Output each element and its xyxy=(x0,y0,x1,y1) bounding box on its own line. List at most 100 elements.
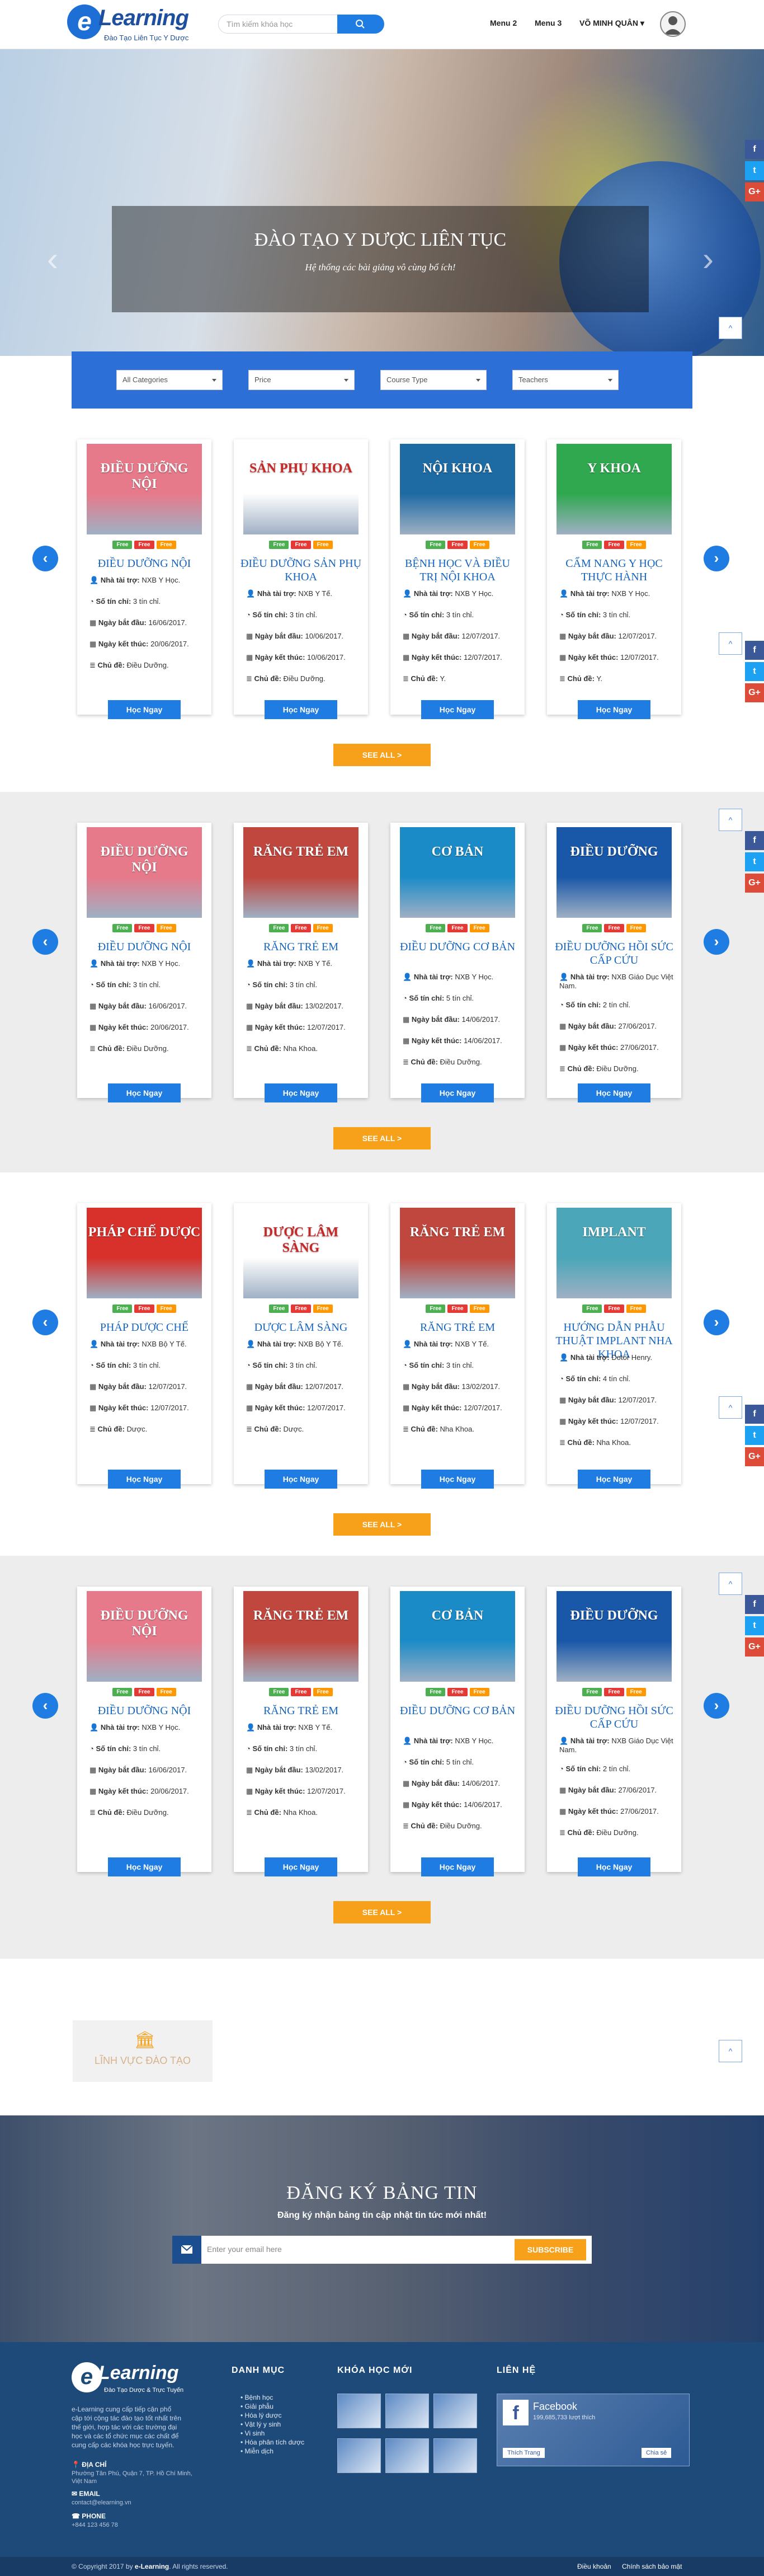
learn-now-button[interactable]: Học Ngay xyxy=(108,700,181,719)
course-card[interactable]: CƠ BẢN Free Free Free ĐIỀU DƯỠNG CƠ BẢN 👤 Nhà… xyxy=(390,823,525,1102)
learn-now-button[interactable]: Học Ngay xyxy=(578,1470,650,1489)
fb-like-button[interactable]: Thích Trang xyxy=(503,2448,545,2458)
course-thumbnail[interactable] xyxy=(337,2438,381,2473)
scroll-top-button[interactable]: ^ xyxy=(719,2040,742,2062)
course-title[interactable]: RĂNG TRẺ EM xyxy=(239,940,362,954)
course-title[interactable]: ĐIỀU DƯỠNG CƠ BẢN xyxy=(396,1704,519,1718)
course-title[interactable]: ĐIỀU DƯỠNG HỒI SỨC CẤP CỨU xyxy=(553,1704,676,1731)
footer-menu-link[interactable]: • Miễn dịch xyxy=(240,2447,273,2455)
course-cover-image[interactable]: ĐIỀU DƯỠNG NỘI xyxy=(87,1591,202,1682)
course-title[interactable]: BỆNH HỌC VÀ ĐIỀU TRỊ NỘI KHOA xyxy=(396,557,519,584)
course-thumbnail[interactable] xyxy=(385,2394,429,2428)
course-cover-image[interactable]: DƯỢC LÂM SÀNG xyxy=(243,1208,359,1298)
course-title[interactable]: RĂNG TRẺ EM xyxy=(396,1321,519,1334)
course-title[interactable]: ĐIỀU DƯỠNG CƠ BẢN xyxy=(396,940,519,954)
course-card[interactable]: ĐIỀU DƯỠNG NỘI Free Free Free ĐIỀU DƯỠNG NỘI… xyxy=(77,823,211,1102)
scroll-top-button[interactable]: ^ xyxy=(719,1396,742,1419)
course-title[interactable]: ĐIỀU DƯỠNG HỒI SỨC CẤP CỨU xyxy=(553,940,676,967)
learn-now-button[interactable]: Học Ngay xyxy=(578,700,650,719)
carousel-prev-button[interactable]: ‹ xyxy=(32,929,58,955)
course-cover-image[interactable]: CƠ BẢN xyxy=(400,827,515,918)
learn-now-button[interactable]: Học Ngay xyxy=(108,1857,181,1876)
course-cover-image[interactable]: PHÁP CHẾ DƯỢC xyxy=(87,1208,202,1298)
footer-email[interactable]: contact@elearning.vn xyxy=(72,2499,195,2507)
course-thumbnail[interactable] xyxy=(385,2438,429,2473)
twitter-icon[interactable]: t xyxy=(745,161,764,180)
course-card[interactable]: RĂNG TRẺ EM Free Free Free RĂNG TRẺ EM 👤 Nhà … xyxy=(234,823,368,1102)
fb-share-button[interactable]: Chia sẻ xyxy=(642,2448,672,2458)
carousel-prev-button[interactable]: ‹ xyxy=(32,1693,58,1719)
carousel-prev-button[interactable]: ‹ xyxy=(32,1310,58,1335)
google-plus-icon[interactable]: G+ xyxy=(745,182,764,201)
course-card[interactable]: DƯỢC LÂM SÀNG Free Free Free DƯỢC LÂM SÀNG 👤 … xyxy=(234,1203,368,1489)
scroll-top-button[interactable]: ^ xyxy=(719,317,742,339)
course-cover-image[interactable]: SẢN PHỤ KHOA xyxy=(243,444,359,534)
scroll-top-button[interactable]: ^ xyxy=(719,1573,742,1595)
course-card[interactable]: RĂNG TRẺ EM Free Free Free RĂNG TRẺ EM 👤 Nhà … xyxy=(390,1203,525,1489)
nav-menu-2[interactable]: Menu 2 xyxy=(490,18,517,27)
chevron-left-icon[interactable]: ‹ xyxy=(47,240,58,278)
facebook-icon[interactable]: f xyxy=(745,641,764,660)
avatar[interactable] xyxy=(660,11,686,37)
footer-menu-link[interactable]: • Giải phẫu xyxy=(240,2403,273,2410)
learn-now-button[interactable]: Học Ngay xyxy=(108,1083,181,1102)
course-card[interactable]: ĐIỀU DƯỠNG NỘI Free Free Free ĐIỀU DƯỠNG NỘI… xyxy=(77,1587,211,1876)
course-title[interactable]: ĐIỀU DƯỠNG SẢN PHỤ KHOA xyxy=(239,557,362,584)
course-cover-image[interactable]: ĐIỀU DƯỠNG xyxy=(557,1591,672,1682)
learn-now-button[interactable]: Học Ngay xyxy=(421,1083,494,1102)
google-plus-icon[interactable]: G+ xyxy=(745,874,764,893)
course-card[interactable]: ĐIỀU DƯỠNG NỘI Free Free Free ĐIỀU DƯỠNG NỘI… xyxy=(77,439,211,719)
facebook-icon[interactable]: f xyxy=(745,1595,764,1614)
course-card[interactable]: ĐIỀU DƯỠNG Free Free Free ĐIỀU DƯỠNG HỒI SỨC… xyxy=(547,1587,681,1876)
terms-link[interactable]: Điều khoản xyxy=(577,2563,611,2570)
course-thumbnail[interactable] xyxy=(433,2394,477,2428)
learn-now-button[interactable]: Học Ngay xyxy=(421,1470,494,1489)
learn-now-button[interactable]: Học Ngay xyxy=(265,1470,337,1489)
carousel-next-button[interactable]: › xyxy=(704,546,729,571)
learn-now-button[interactable]: Học Ngay xyxy=(578,1857,650,1876)
course-title[interactable]: ĐIỀU DƯỠNG NỘI xyxy=(83,557,206,570)
filter-teachers[interactable]: Teachers xyxy=(512,370,619,390)
course-thumbnail[interactable] xyxy=(433,2438,477,2473)
course-cover-image[interactable]: RĂNG TRẺ EM xyxy=(400,1208,515,1298)
footer-menu-link[interactable]: • Hóa lý dược xyxy=(240,2411,281,2419)
google-plus-icon[interactable]: G+ xyxy=(745,1637,764,1657)
learn-now-button[interactable]: Học Ngay xyxy=(265,700,337,719)
twitter-icon[interactable]: t xyxy=(745,1616,764,1635)
facebook-icon[interactable]: f xyxy=(745,140,764,159)
course-cover-image[interactable]: IMPLANT xyxy=(557,1208,672,1298)
user-menu[interactable]: VÕ MINH QUÂN ▾ xyxy=(579,18,644,28)
see-all-button[interactable]: SEE ALL > xyxy=(333,1127,431,1149)
course-title[interactable]: ĐIỀU DƯỠNG NỘI xyxy=(83,940,206,954)
see-all-button[interactable]: SEE ALL > xyxy=(333,1513,431,1536)
course-cover-image[interactable]: NỘI KHOA xyxy=(400,444,515,534)
learn-now-button[interactable]: Học Ngay xyxy=(108,1470,181,1489)
site-logo[interactable]: e Learning Đào Tạo Liên Tục Y Dược xyxy=(67,4,207,45)
course-cover-image[interactable]: ĐIỀU DƯỠNG NỘI xyxy=(87,444,202,534)
course-card[interactable]: Y KHOA Free Free Free CẨM NANG Y HỌC THỰC HÀ… xyxy=(547,439,681,719)
newsletter-email-input[interactable]: Enter your email here xyxy=(207,2245,282,2254)
course-card[interactable]: IMPLANT Free Free Free HƯỚNG DẪN PHẪU THUẬT … xyxy=(547,1203,681,1489)
course-cover-image[interactable]: ĐIỀU DƯỠNG NỘI xyxy=(87,827,202,918)
course-title[interactable]: PHÁP DƯỢC CHẾ xyxy=(83,1321,206,1334)
twitter-icon[interactable]: t xyxy=(745,662,764,681)
course-cover-image[interactable]: CƠ BẢN xyxy=(400,1591,515,1682)
filter-categories[interactable]: All Categories xyxy=(116,370,223,390)
carousel-prev-button[interactable]: ‹ xyxy=(32,546,58,571)
footer-menu-link[interactable]: • Hóa phân tích dược xyxy=(240,2438,304,2446)
see-all-button[interactable]: SEE ALL > xyxy=(333,1901,431,1923)
footer-menu-link[interactable]: • Vật lý y sinh xyxy=(240,2420,281,2428)
learn-now-button[interactable]: Học Ngay xyxy=(265,1083,337,1102)
twitter-icon[interactable]: t xyxy=(745,852,764,871)
twitter-icon[interactable]: t xyxy=(745,1426,764,1445)
scroll-top-button[interactable]: ^ xyxy=(719,632,742,655)
course-card[interactable]: PHÁP CHẾ DƯỢC Free Free Free PHÁP DƯỢC CHẾ 👤 … xyxy=(77,1203,211,1489)
subscribe-button[interactable]: SUBSCRIBE xyxy=(515,2239,586,2260)
learn-now-button[interactable]: Học Ngay xyxy=(265,1857,337,1876)
privacy-link[interactable]: Chính sách bảo mật xyxy=(622,2563,682,2570)
chevron-right-icon[interactable]: › xyxy=(702,240,714,278)
carousel-next-button[interactable]: › xyxy=(704,929,729,955)
course-cover-image[interactable]: RĂNG TRẺ EM xyxy=(243,1591,359,1682)
course-title[interactable]: DƯỢC LÂM SÀNG xyxy=(239,1321,362,1334)
nav-menu-3[interactable]: Menu 3 xyxy=(535,18,562,27)
